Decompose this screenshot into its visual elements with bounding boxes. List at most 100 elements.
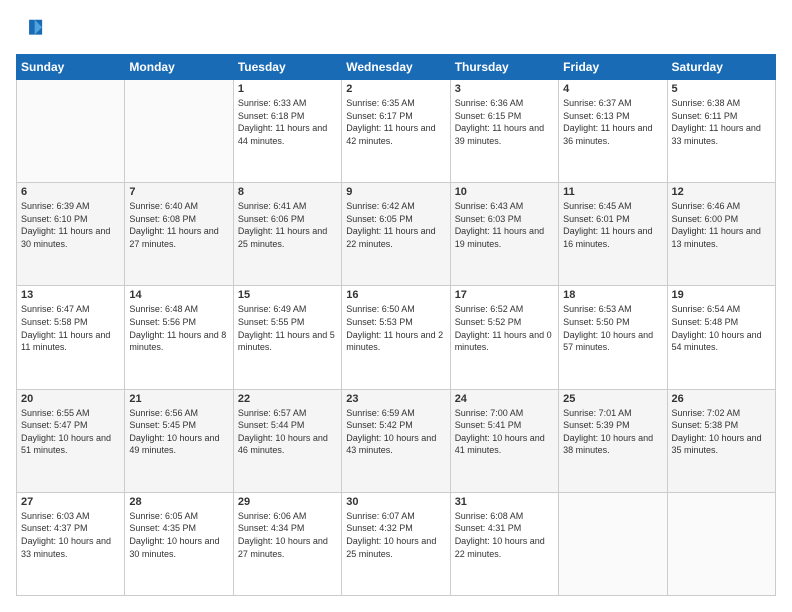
calendar-cell [667,492,775,595]
calendar-cell [17,80,125,183]
day-number: 10 [455,186,554,198]
calendar-cell: 12 Sunrise: 6:46 AM Sunset: 6:00 PM Dayli… [667,183,775,286]
day-info: Sunrise: 6:06 AM Sunset: 4:34 PM Dayligh… [238,510,337,560]
day-of-week-header: Wednesday [342,55,450,80]
calendar-cell: 21 Sunrise: 6:56 AM Sunset: 5:45 PM Dayli… [125,389,233,492]
day-info: Sunrise: 6:03 AM Sunset: 4:37 PM Dayligh… [21,510,120,560]
calendar-cell: 4 Sunrise: 6:37 AM Sunset: 6:13 PM Daylig… [559,80,667,183]
day-info: Sunrise: 6:36 AM Sunset: 6:15 PM Dayligh… [455,97,554,147]
day-info: Sunrise: 6:53 AM Sunset: 5:50 PM Dayligh… [563,303,662,353]
calendar-cell: 28Sunrise: 6:05 AM Sunset: 4:35 PM Dayli… [125,492,233,595]
day-number: 12 [672,186,771,198]
day-info: Sunrise: 6:42 AM Sunset: 6:05 PM Dayligh… [346,200,445,250]
calendar-week-row: 27Sunrise: 6:03 AM Sunset: 4:37 PM Dayli… [17,492,776,595]
day-of-week-header: Monday [125,55,233,80]
calendar-cell: 1 Sunrise: 6:33 AM Sunset: 6:18 PM Daylig… [233,80,341,183]
logo-icon [16,16,44,44]
calendar-cell: 23Sunrise: 6:59 AM Sunset: 5:42 PM Dayli… [342,389,450,492]
day-number: 21 [129,393,228,405]
day-number: 19 [672,289,771,301]
calendar-table: SundayMondayTuesdayWednesdayThursdayFrid… [16,54,776,596]
day-info: Sunrise: 6:56 AM Sunset: 5:45 PM Dayligh… [129,407,228,457]
calendar-week-row: 6 Sunrise: 6:39 AM Sunset: 6:10 PM Daylig… [17,183,776,286]
calendar-cell: 3 Sunrise: 6:36 AM Sunset: 6:15 PM Daylig… [450,80,558,183]
calendar-cell: 13 Sunrise: 6:47 AM Sunset: 5:58 PM Dayli… [17,286,125,389]
day-number: 17 [455,289,554,301]
day-info: Sunrise: 6:48 AM Sunset: 5:56 PM Dayligh… [129,303,228,353]
day-number: 30 [346,496,445,508]
page-header [16,16,776,44]
day-info: Sunrise: 6:59 AM Sunset: 5:42 PM Dayligh… [346,407,445,457]
day-info: Sunrise: 6:40 AM Sunset: 6:08 PM Dayligh… [129,200,228,250]
day-number: 25 [563,393,662,405]
calendar-week-row: 13 Sunrise: 6:47 AM Sunset: 5:58 PM Dayli… [17,286,776,389]
calendar-cell [559,492,667,595]
calendar-cell: 18 Sunrise: 6:53 AM Sunset: 5:50 PM Dayli… [559,286,667,389]
day-number: 6 [21,186,120,198]
calendar-cell: 22Sunrise: 6:57 AM Sunset: 5:44 PM Dayli… [233,389,341,492]
calendar-cell: 29 Sunrise: 6:06 AM Sunset: 4:34 PM Dayli… [233,492,341,595]
calendar-cell: 7 Sunrise: 6:40 AM Sunset: 6:08 PM Daylig… [125,183,233,286]
calendar-cell: 16 Sunrise: 6:50 AM Sunset: 5:53 PM Dayli… [342,286,450,389]
day-info: Sunrise: 6:43 AM Sunset: 6:03 PM Dayligh… [455,200,554,250]
day-number: 29 [238,496,337,508]
day-number: 16 [346,289,445,301]
day-info: Sunrise: 6:41 AM Sunset: 6:06 PM Dayligh… [238,200,337,250]
day-info: Sunrise: 7:01 AM Sunset: 5:39 PM Dayligh… [563,407,662,457]
day-info: Sunrise: 6:54 AM Sunset: 5:48 PM Dayligh… [672,303,771,353]
calendar-cell: 6 Sunrise: 6:39 AM Sunset: 6:10 PM Daylig… [17,183,125,286]
day-number: 3 [455,83,554,95]
day-number: 9 [346,186,445,198]
day-number: 5 [672,83,771,95]
day-info: Sunrise: 6:47 AM Sunset: 5:58 PM Dayligh… [21,303,120,353]
day-number: 1 [238,83,337,95]
calendar-cell: 25 Sunrise: 7:01 AM Sunset: 5:39 PM Dayli… [559,389,667,492]
calendar-cell: 14Sunrise: 6:48 AM Sunset: 5:56 PM Dayli… [125,286,233,389]
day-of-week-header: Thursday [450,55,558,80]
day-number: 15 [238,289,337,301]
day-info: Sunrise: 6:49 AM Sunset: 5:55 PM Dayligh… [238,303,337,353]
day-info: Sunrise: 6:45 AM Sunset: 6:01 PM Dayligh… [563,200,662,250]
day-number: 18 [563,289,662,301]
day-number: 13 [21,289,120,301]
calendar-week-row: 20 Sunrise: 6:55 AM Sunset: 5:47 PM Dayli… [17,389,776,492]
calendar-cell: 24Sunrise: 7:00 AM Sunset: 5:41 PM Dayli… [450,389,558,492]
day-info: Sunrise: 6:07 AM Sunset: 4:32 PM Dayligh… [346,510,445,560]
day-info: Sunrise: 6:52 AM Sunset: 5:52 PM Dayligh… [455,303,554,353]
day-number: 26 [672,393,771,405]
day-of-week-header: Friday [559,55,667,80]
day-number: 7 [129,186,228,198]
day-number: 11 [563,186,662,198]
calendar-cell: 30 Sunrise: 6:07 AM Sunset: 4:32 PM Dayli… [342,492,450,595]
day-info: Sunrise: 6:35 AM Sunset: 6:17 PM Dayligh… [346,97,445,147]
day-info: Sunrise: 6:38 AM Sunset: 6:11 PM Dayligh… [672,97,771,147]
calendar-cell: 17 Sunrise: 6:52 AM Sunset: 5:52 PM Dayli… [450,286,558,389]
day-number: 24 [455,393,554,405]
day-info: Sunrise: 6:39 AM Sunset: 6:10 PM Dayligh… [21,200,120,250]
logo [16,16,48,44]
day-number: 4 [563,83,662,95]
day-of-week-header: Saturday [667,55,775,80]
day-info: Sunrise: 6:50 AM Sunset: 5:53 PM Dayligh… [346,303,445,353]
day-info: Sunrise: 6:37 AM Sunset: 6:13 PM Dayligh… [563,97,662,147]
day-info: Sunrise: 7:02 AM Sunset: 5:38 PM Dayligh… [672,407,771,457]
calendar-cell: 9 Sunrise: 6:42 AM Sunset: 6:05 PM Daylig… [342,183,450,286]
calendar-cell: 20 Sunrise: 6:55 AM Sunset: 5:47 PM Dayli… [17,389,125,492]
calendar-cell: 10 Sunrise: 6:43 AM Sunset: 6:03 PM Dayli… [450,183,558,286]
day-info: Sunrise: 6:57 AM Sunset: 5:44 PM Dayligh… [238,407,337,457]
day-info: Sunrise: 6:08 AM Sunset: 4:31 PM Dayligh… [455,510,554,560]
calendar-cell: 2 Sunrise: 6:35 AM Sunset: 6:17 PM Daylig… [342,80,450,183]
day-info: Sunrise: 6:33 AM Sunset: 6:18 PM Dayligh… [238,97,337,147]
calendar-week-row: 1 Sunrise: 6:33 AM Sunset: 6:18 PM Daylig… [17,80,776,183]
calendar-cell: 27Sunrise: 6:03 AM Sunset: 4:37 PM Dayli… [17,492,125,595]
day-info: Sunrise: 6:05 AM Sunset: 4:35 PM Dayligh… [129,510,228,560]
calendar-cell: 31Sunrise: 6:08 AM Sunset: 4:31 PM Dayli… [450,492,558,595]
day-number: 2 [346,83,445,95]
calendar-cell: 5 Sunrise: 6:38 AM Sunset: 6:11 PM Daylig… [667,80,775,183]
calendar-cell [125,80,233,183]
day-info: Sunrise: 6:55 AM Sunset: 5:47 PM Dayligh… [21,407,120,457]
day-number: 8 [238,186,337,198]
day-number: 20 [21,393,120,405]
day-info: Sunrise: 6:46 AM Sunset: 6:00 PM Dayligh… [672,200,771,250]
calendar-cell: 15 Sunrise: 6:49 AM Sunset: 5:55 PM Dayli… [233,286,341,389]
